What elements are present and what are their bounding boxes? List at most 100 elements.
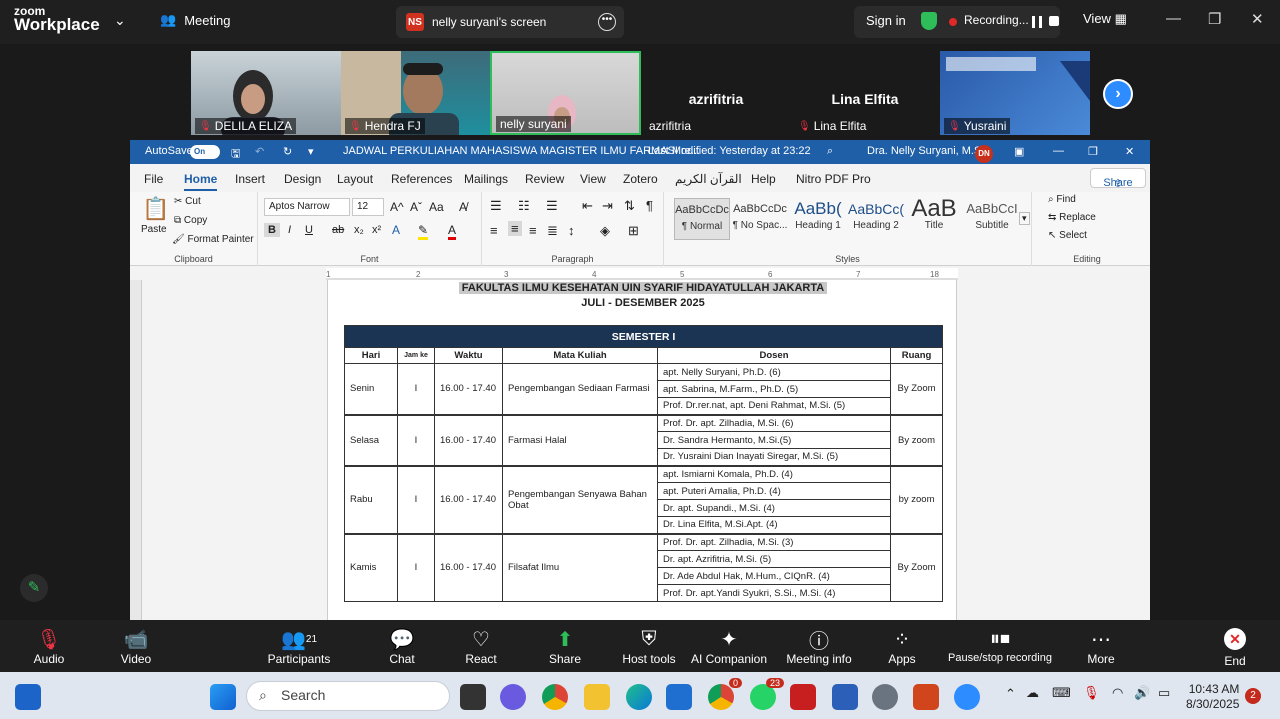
- participant-tile[interactable]: 🎙 Hendra FJ: [341, 51, 491, 135]
- share-screen-button[interactable]: ⬆ Share: [547, 626, 583, 667]
- horizontal-ruler[interactable]: 1 2 3 4 5 6 7 18: [326, 268, 958, 280]
- sign-in-link[interactable]: Sign in: [866, 13, 906, 28]
- settings-gear-icon[interactable]: [872, 684, 898, 710]
- customize-qat-icon[interactable]: ▾: [308, 145, 314, 158]
- select-button[interactable]: ↖ Select: [1048, 230, 1087, 241]
- search-icon[interactable]: ⌕: [827, 145, 833, 158]
- tab-quran[interactable]: القرآن الكريم: [675, 172, 742, 186]
- chevron-up-icon[interactable]: ⌃: [1005, 686, 1016, 702]
- borders-icon[interactable]: ⊞: [628, 223, 639, 239]
- copy-button[interactable]: ⧉ Copy: [174, 215, 207, 226]
- style-heading-1[interactable]: AaBb(Heading 1: [790, 198, 846, 240]
- replace-button[interactable]: ⇆ Replace: [1048, 212, 1096, 223]
- change-case-icon[interactable]: Aa: [429, 200, 444, 214]
- style-subtitle[interactable]: AaBbCcI Subtitle: [964, 198, 1020, 240]
- style-normal[interactable]: AaBbCcDc ¶ Normal: [674, 198, 730, 240]
- cut-button[interactable]: ✂ Cut: [174, 196, 201, 207]
- show-marks-icon[interactable]: ¶: [646, 198, 653, 213]
- vertical-ruler[interactable]: [130, 280, 142, 620]
- participants-button[interactable]: 👥 21 Participants: [266, 626, 332, 667]
- format-painter-button[interactable]: 🖌 Format Painter: [172, 234, 254, 245]
- minimize-icon[interactable]: —: [1053, 145, 1064, 157]
- increase-indent-icon[interactable]: ⇥: [602, 198, 613, 214]
- shield-check-icon[interactable]: [921, 12, 937, 30]
- chevron-down-icon[interactable]: ⌄: [114, 12, 126, 29]
- word-icon[interactable]: [832, 684, 858, 710]
- font-color-icon[interactable]: A: [448, 223, 457, 240]
- undo-icon[interactable]: ↶: [255, 145, 264, 158]
- align-center-icon[interactable]: ≡: [508, 221, 522, 236]
- edge-icon[interactable]: [626, 684, 652, 710]
- font-name-select[interactable]: Aptos Narrow: [264, 198, 350, 216]
- autosave-toggle[interactable]: On: [190, 145, 220, 159]
- tab-view[interactable]: View: [580, 172, 606, 186]
- pause-recording-icon[interactable]: [1032, 16, 1042, 28]
- keyboard-icon[interactable]: ⌨: [1052, 685, 1071, 701]
- shared-screen-tab[interactable]: NS nelly suryani's screen •••: [396, 6, 624, 38]
- multilevel-list-icon[interactable]: ☰: [546, 198, 558, 214]
- zoom-icon[interactable]: [954, 684, 980, 710]
- annotate-pencil-icon[interactable]: ✎: [20, 574, 48, 602]
- battery-icon[interactable]: ▭: [1158, 685, 1170, 701]
- tab-help[interactable]: Help: [751, 172, 776, 186]
- participant-tile[interactable]: Lina Elfita 🎙 Lina Elfita: [790, 51, 940, 135]
- widgets-icon[interactable]: [15, 684, 41, 710]
- tab-references[interactable]: References: [391, 172, 452, 186]
- clear-formatting-icon[interactable]: A̸: [459, 200, 467, 214]
- restore-icon[interactable]: ❐: [1208, 10, 1221, 28]
- zoom-workplace-logo[interactable]: zoom Workplace: [14, 5, 100, 33]
- tab-zotero[interactable]: Zotero: [623, 172, 658, 186]
- file-explorer-icon[interactable]: [584, 684, 610, 710]
- subscript-icon[interactable]: x₂: [354, 224, 364, 236]
- video-button[interactable]: 📹 Video: [115, 626, 157, 667]
- italic-icon[interactable]: I: [288, 224, 291, 236]
- grow-font-icon[interactable]: A^: [390, 200, 404, 214]
- system-clock[interactable]: 10:43 AM 8/30/2025: [1186, 682, 1239, 712]
- store-icon[interactable]: [666, 684, 692, 710]
- save-icon[interactable]: 🖫: [231, 145, 240, 164]
- taskbar-search[interactable]: ⌕ Search: [246, 681, 450, 711]
- decrease-indent-icon[interactable]: ⇤: [582, 198, 593, 214]
- stop-recording-icon[interactable]: [1049, 16, 1059, 26]
- wifi-icon[interactable]: ◠: [1112, 685, 1123, 701]
- strikethrough-icon[interactable]: ab: [332, 224, 344, 236]
- more-options-icon[interactable]: •••: [598, 13, 616, 31]
- style-heading-2[interactable]: AaBbCc(Heading 2: [848, 198, 904, 240]
- tab-insert[interactable]: Insert: [235, 172, 265, 186]
- paste-icon[interactable]: 📋: [142, 196, 169, 222]
- close-icon[interactable]: ✕: [1251, 10, 1264, 28]
- bullets-icon[interactable]: ☰: [490, 198, 502, 214]
- superscript-icon[interactable]: x²: [372, 224, 381, 236]
- numbering-icon[interactable]: ☷: [518, 198, 530, 214]
- teams-icon[interactable]: [500, 684, 526, 710]
- more-button[interactable]: ⋯ More: [1084, 626, 1118, 667]
- style-title[interactable]: AaB Title: [906, 197, 962, 240]
- whatsapp-icon[interactable]: 23: [750, 678, 784, 710]
- redo-icon[interactable]: ↻: [283, 145, 292, 158]
- sort-icon[interactable]: ⇅: [624, 198, 635, 214]
- highlight-icon[interactable]: ✎: [418, 223, 429, 240]
- text-effects-icon[interactable]: A: [392, 223, 400, 237]
- tab-nitro[interactable]: Nitro PDF Pro: [796, 172, 871, 186]
- acrobat-icon[interactable]: [790, 684, 816, 710]
- share-button[interactable]: ⇪ Share: [1090, 168, 1146, 190]
- ai-companion-button[interactable]: ✦ AI Companion: [690, 626, 768, 667]
- microphone-icon[interactable]: 🎙: [1083, 685, 1100, 701]
- find-button[interactable]: ⌕ Find: [1048, 194, 1076, 205]
- restore-icon[interactable]: ❐: [1088, 145, 1098, 158]
- ribbon-display-icon[interactable]: ▣: [1014, 145, 1024, 158]
- schedule-table[interactable]: SEMESTER I Hari Jam ke Waktu Mata Kuliah…: [343, 325, 944, 602]
- participant-tile[interactable]: azrifitria azrifitria: [641, 51, 791, 135]
- shrink-font-icon[interactable]: Aˇ: [410, 200, 422, 214]
- paste-button[interactable]: Paste: [141, 224, 167, 235]
- line-spacing-icon[interactable]: ↕: [568, 223, 575, 238]
- participant-tile[interactable]: 🎙 DELILA ELIZA: [191, 51, 341, 135]
- style-no-spacing[interactable]: AaBbCcDc ¶ No Spac...: [732, 198, 788, 240]
- font-size-select[interactable]: 12: [352, 198, 384, 216]
- end-meeting-button[interactable]: ✕ End: [1210, 626, 1260, 668]
- styles-more-icon[interactable]: ▾: [1019, 212, 1030, 225]
- audio-button[interactable]: 🎙 Audio: [28, 626, 70, 667]
- host-tools-button[interactable]: ⛨ Host tools: [620, 626, 678, 667]
- tab-review[interactable]: Review: [525, 172, 564, 186]
- powerpoint-icon[interactable]: [913, 684, 939, 710]
